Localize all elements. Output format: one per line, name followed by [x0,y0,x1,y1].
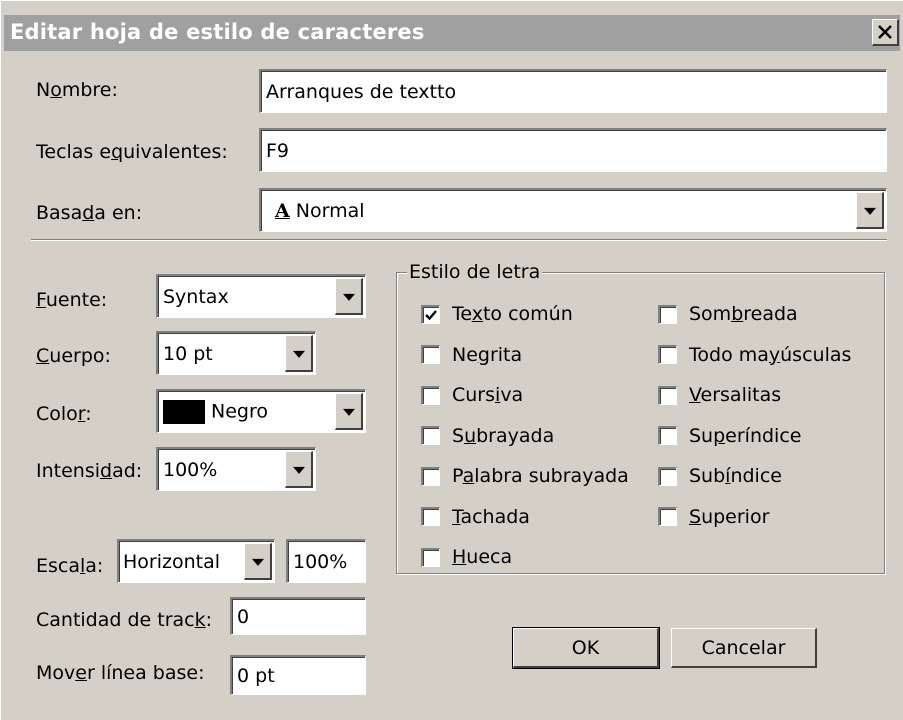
name-input[interactable]: Arranques de textto [259,69,887,113]
color-label: Color: [36,403,92,425]
type-style-right-checkbox-5[interactable]: Superior [658,506,769,528]
checkbox-label: Subíndice [689,465,782,487]
type-style-right-checkbox-3[interactable]: Superíndice [658,425,801,447]
tracking-label: Cantidad de track: [36,609,213,631]
type-style-left-checkbox-1[interactable]: Negrita [421,344,522,366]
checkbox-label: Cursiva [452,384,524,406]
baseline-shift-input[interactable]: 0 pt [230,655,366,695]
checkbox-box[interactable] [421,466,440,486]
edit-character-style-dialog: Editar hoja de estilo de caracteres Nomb… [0,0,903,720]
ok-button-label: OK [571,636,600,659]
character-style-icon: A [275,199,290,222]
cancel-button-label: Cancelar [701,636,786,659]
checkbox-label: Texto común [452,303,573,325]
type-style-left-checkbox-2[interactable]: Cursiva [421,384,523,406]
based-on-select[interactable]: A Normal [259,188,887,232]
shade-select[interactable]: 100% [156,447,316,491]
checkbox-box[interactable] [658,345,677,364]
checkbox-label: Versalitas [689,384,782,406]
scale-mode-select[interactable]: Horizontal [117,539,275,583]
based-on-label: Basada en: [36,202,143,224]
equivalent-keys-input[interactable]: F9 [259,128,887,172]
checkbox-box[interactable] [421,345,440,364]
scale-value: 100% [293,550,348,573]
baseline-shift-label: Mover línea base: [36,662,205,684]
tracking-value: 0 [237,605,250,628]
color-select[interactable]: Negro [156,389,366,433]
title-bar[interactable]: Editar hoja de estilo de caracteres [4,15,900,51]
name-input-value: Arranques de textto [266,80,457,103]
checkbox-box[interactable] [658,507,677,526]
dialog-title: Editar hoja de estilo de caracteres [10,20,425,44]
shade-dropdown-button[interactable] [285,451,313,488]
checkbox-label: Sombreada [689,303,798,325]
shade-value: 100% [163,458,218,481]
font-select[interactable]: Syntax [156,274,366,318]
close-icon [878,25,892,39]
checkbox-label: Todo mayúsculas [689,343,852,366]
checkbox-box[interactable] [421,426,440,445]
color-value: Negro [211,400,268,422]
checkbox-box[interactable] [421,547,440,567]
font-value: Syntax [163,285,229,308]
checkbox-label: Subrayada [452,424,555,447]
type-style-right-checkbox-1[interactable]: Todo mayúsculas [658,344,851,366]
checkbox-box[interactable] [421,304,440,324]
type-style-right-checkbox-2[interactable]: Versalitas [658,384,781,406]
equivalent-keys-value: F9 [266,139,290,162]
font-dropdown-button[interactable] [335,278,363,315]
ok-button[interactable]: OK [512,627,660,669]
checkbox-label: Superíndice [689,424,802,447]
checkbox-box[interactable] [421,507,440,526]
shade-label: Intensidad: [36,460,143,482]
checkbox-label: Palabra subrayada [452,465,629,487]
tracking-input[interactable]: 0 [230,597,366,635]
checkbox-box[interactable] [658,385,677,405]
scale-mode-value: Horizontal [123,550,221,573]
size-dropdown-button[interactable] [285,335,313,372]
close-button[interactable] [872,19,899,46]
equivalent-keys-label: Teclas equivalentes: [36,141,228,163]
cancel-button[interactable]: Cancelar [671,628,817,668]
based-on-value: Normal [295,199,365,222]
scale-label: Escala: [36,555,104,577]
type-style-left-checkbox-4[interactable]: Palabra subrayada [421,465,629,487]
type-style-left-checkbox-6[interactable]: Hueca [421,546,512,568]
color-swatch [163,399,205,424]
font-label: Fuente: [36,289,108,311]
checkbox-box[interactable] [658,304,677,324]
checkbox-box[interactable] [658,426,677,445]
checkbox-box[interactable] [658,466,677,486]
checkbox-label: Superior [689,505,770,528]
size-select[interactable]: 10 pt [156,331,316,375]
type-style-legend: Estilo de letra [407,261,543,283]
baseline-shift-value: 0 pt [237,664,275,687]
type-style-right-checkbox-4[interactable]: Subíndice [658,465,782,487]
color-dropdown-button[interactable] [335,393,363,430]
checkmark-icon [425,309,437,320]
scale-value-input[interactable]: 100% [286,539,366,583]
type-style-right-checkbox-0[interactable]: Sombreada [658,303,798,325]
size-value: 10 pt [163,342,213,365]
name-label: Nombre: [36,79,118,101]
based-on-dropdown-button[interactable] [856,192,884,229]
scale-mode-dropdown-button[interactable] [244,543,272,580]
size-label: Cuerpo: [36,345,111,367]
type-style-left-checkbox-0[interactable]: Texto común [421,303,573,325]
type-style-left-checkbox-3[interactable]: Subrayada [421,425,554,447]
type-style-left-checkbox-5[interactable]: Tachada [421,506,530,528]
checkbox-label: Negrita [452,343,523,366]
checkbox-label: Tachada [452,505,530,528]
checkbox-box[interactable] [421,385,440,405]
checkbox-label: Hueca [452,546,513,568]
